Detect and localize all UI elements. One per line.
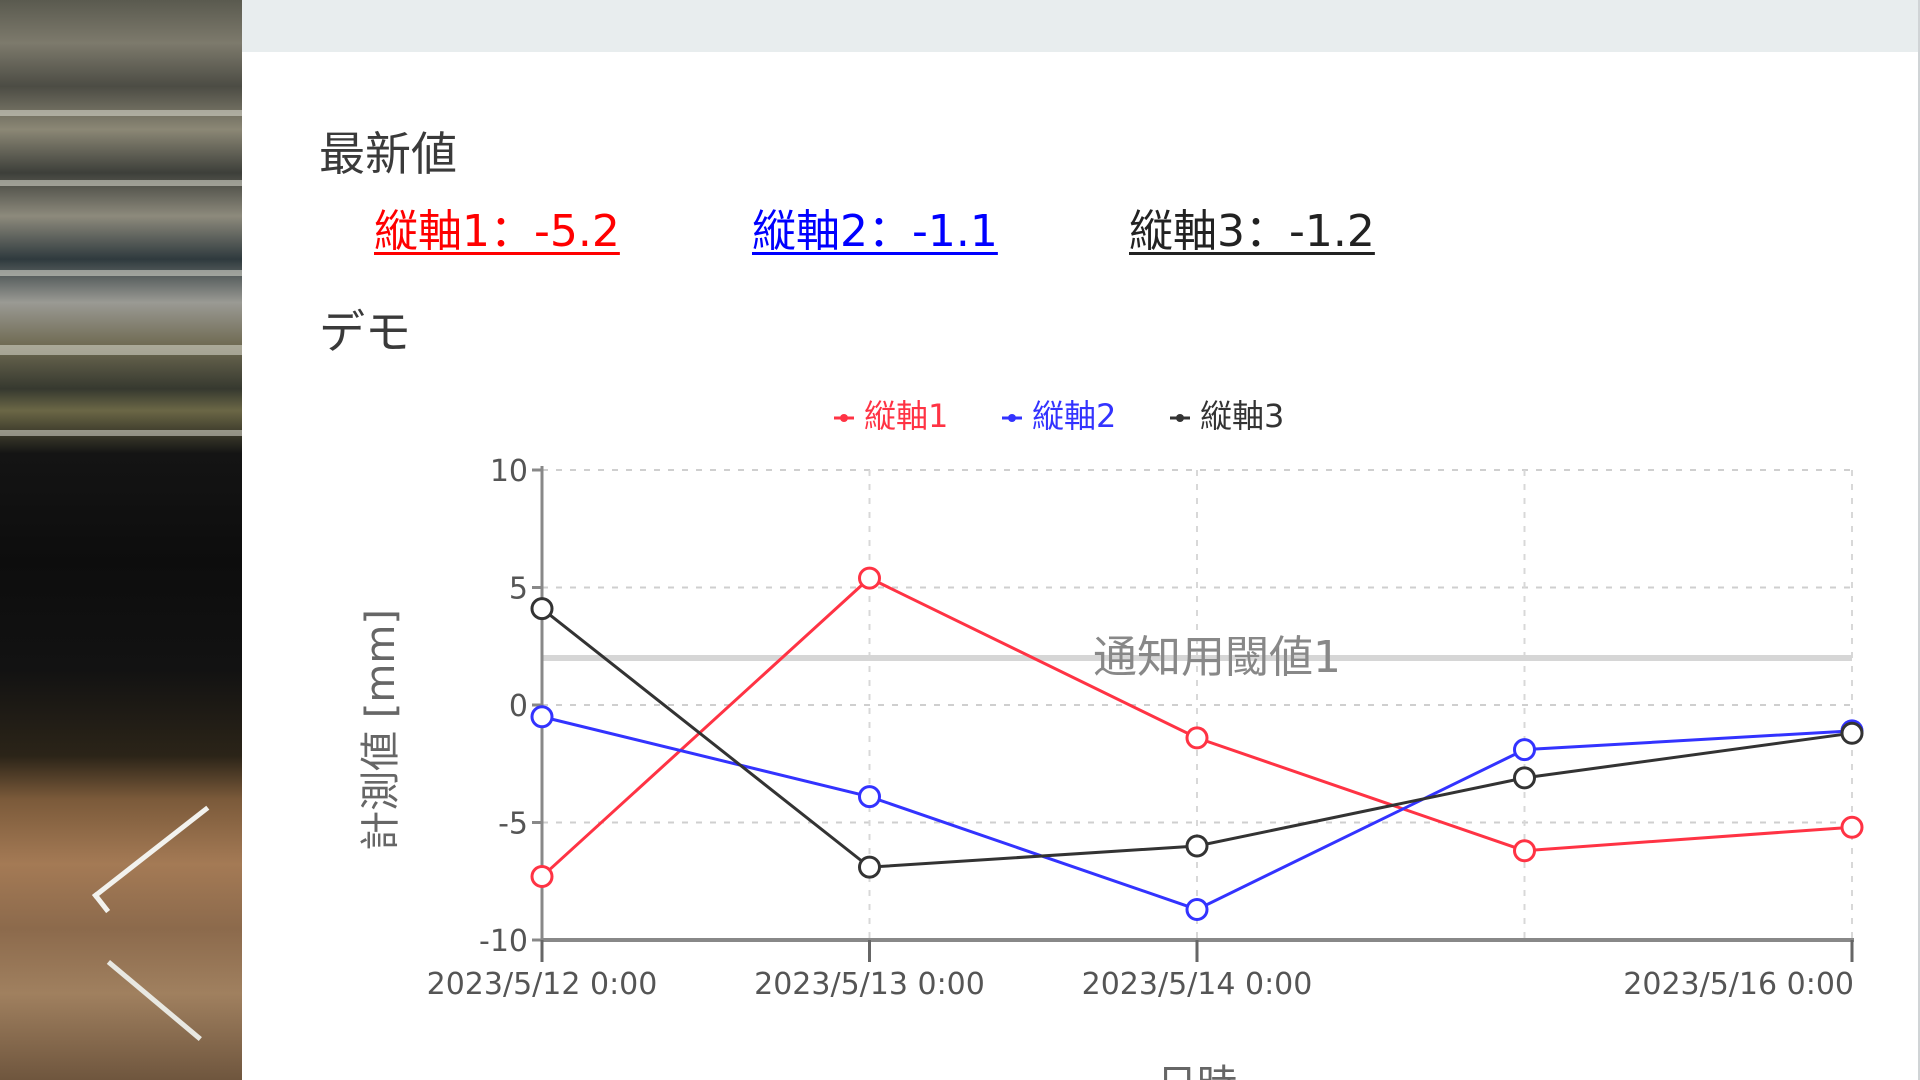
legend-label: 縦軸3 — [1200, 397, 1284, 435]
data-point — [858, 855, 881, 879]
y-tick-label: 5 — [509, 572, 528, 607]
data-point — [1513, 839, 1536, 863]
line-chart: 通知用閾値1 10 5 0 -5 -10 2023/5/12 0:00 2023/5/13 0… — [358, 397, 1864, 1080]
legend-label: 縦軸1 — [864, 397, 948, 435]
data-point — [530, 597, 554, 621]
threshold-label: 通知用閾値1 — [1093, 632, 1341, 683]
legend-item-3: 縦軸3 — [1170, 397, 1284, 435]
y-tick-label: 0 — [509, 689, 528, 724]
legend-marker — [1008, 414, 1016, 422]
data-point — [530, 705, 554, 729]
data-point — [1513, 766, 1536, 790]
legend-marker — [1176, 414, 1184, 422]
legend-marker — [840, 414, 848, 422]
main-content: 最新値 縦軸1：-5.2 縦軸2：-1.1 縦軸3：-1.2 デモ 通知用閾値1… — [242, 0, 1920, 1080]
data-point — [1840, 721, 1864, 745]
y-tick-label: -10 — [479, 924, 528, 959]
data-point — [1185, 897, 1209, 921]
legend-item-2: 縦軸2 — [1002, 397, 1116, 435]
x-tick-label: 2023/5/13 0:00 — [754, 967, 985, 1002]
data-point — [858, 566, 881, 590]
data-point — [1840, 815, 1864, 839]
data-point — [1185, 834, 1209, 858]
data-point — [1513, 738, 1536, 762]
x-tick-label: 2023/5/12 0:00 — [427, 967, 658, 1002]
screen: 最新値 縦軸1：-5.2 縦軸2：-1.1 縦軸3：-1.2 デモ 通知用閾値1… — [0, 0, 1920, 1080]
data-point — [1185, 726, 1209, 750]
y-axis-title: 計測値 [mm] — [358, 609, 404, 851]
legend-item-1: 縦軸1 — [834, 397, 948, 435]
x-axis-title: 日時 — [1157, 1062, 1237, 1080]
y-tick-label: 10 — [490, 454, 528, 489]
x-tick-label: 2023/5/14 0:00 — [1082, 967, 1313, 1002]
data-point — [530, 865, 554, 889]
y-tick-label: -5 — [498, 807, 528, 842]
aerial-photo-background — [0, 0, 242, 1080]
x-tick-label: 2023/5/16 0:00 — [1623, 967, 1854, 1002]
data-point — [858, 785, 881, 809]
legend-label: 縦軸2 — [1032, 397, 1116, 435]
